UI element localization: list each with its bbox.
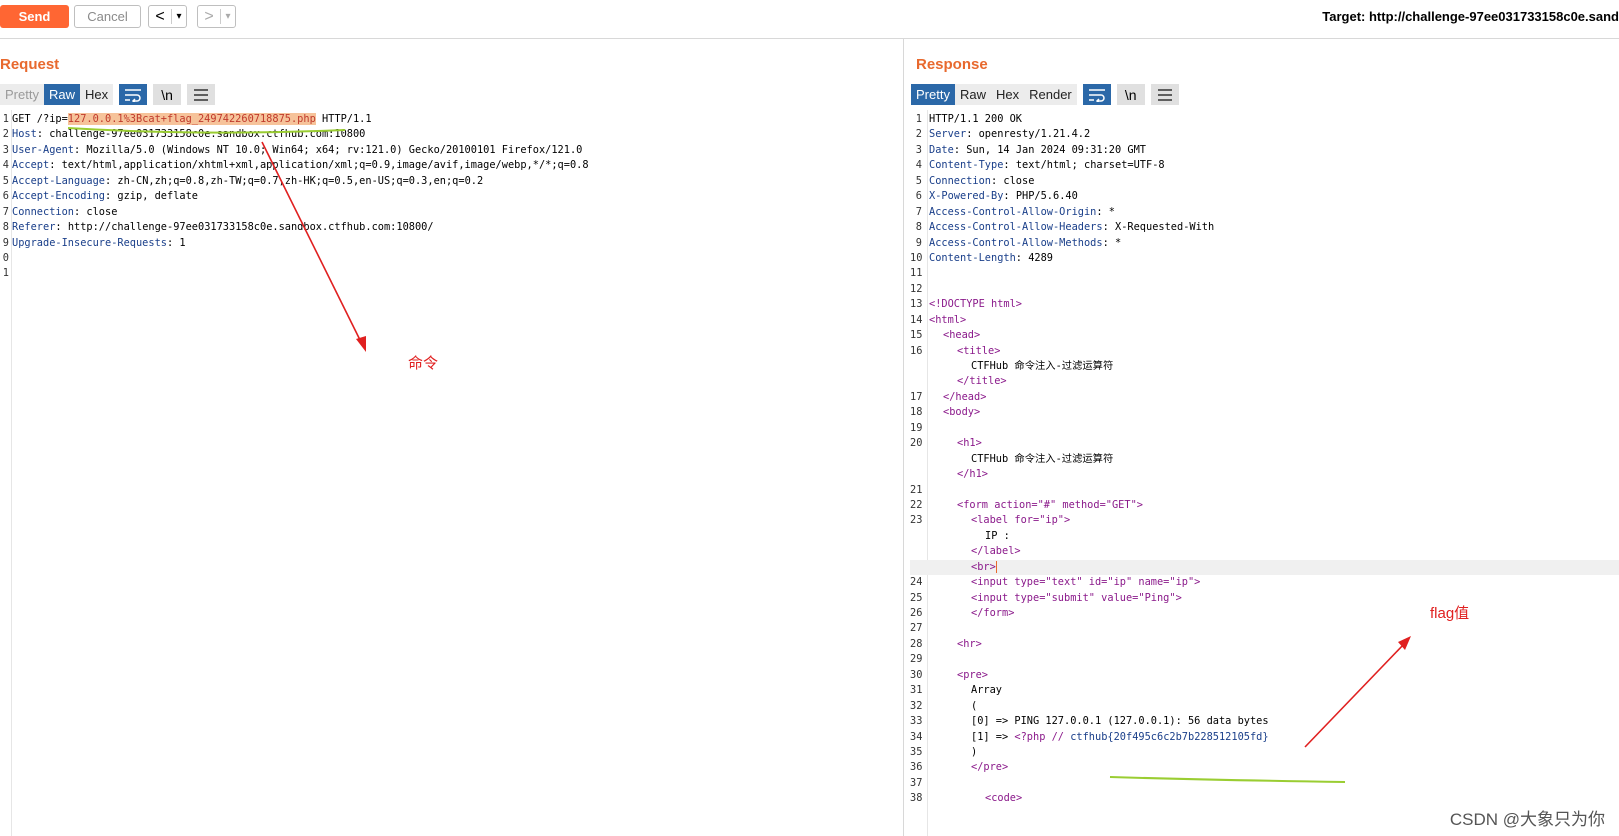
watermark: CSDN @大象只为你 bbox=[1449, 810, 1605, 829]
flag-underline bbox=[1109, 776, 1346, 783]
annotation-layer bbox=[67, 127, 1411, 783]
command-label: 命令 bbox=[408, 355, 439, 372]
command-arrow bbox=[261, 141, 363, 345]
command-underline bbox=[67, 127, 346, 134]
flag-arrow bbox=[1304, 642, 1406, 748]
command-arrowhead bbox=[356, 336, 366, 352]
flag-label: flag值 bbox=[1430, 605, 1470, 622]
